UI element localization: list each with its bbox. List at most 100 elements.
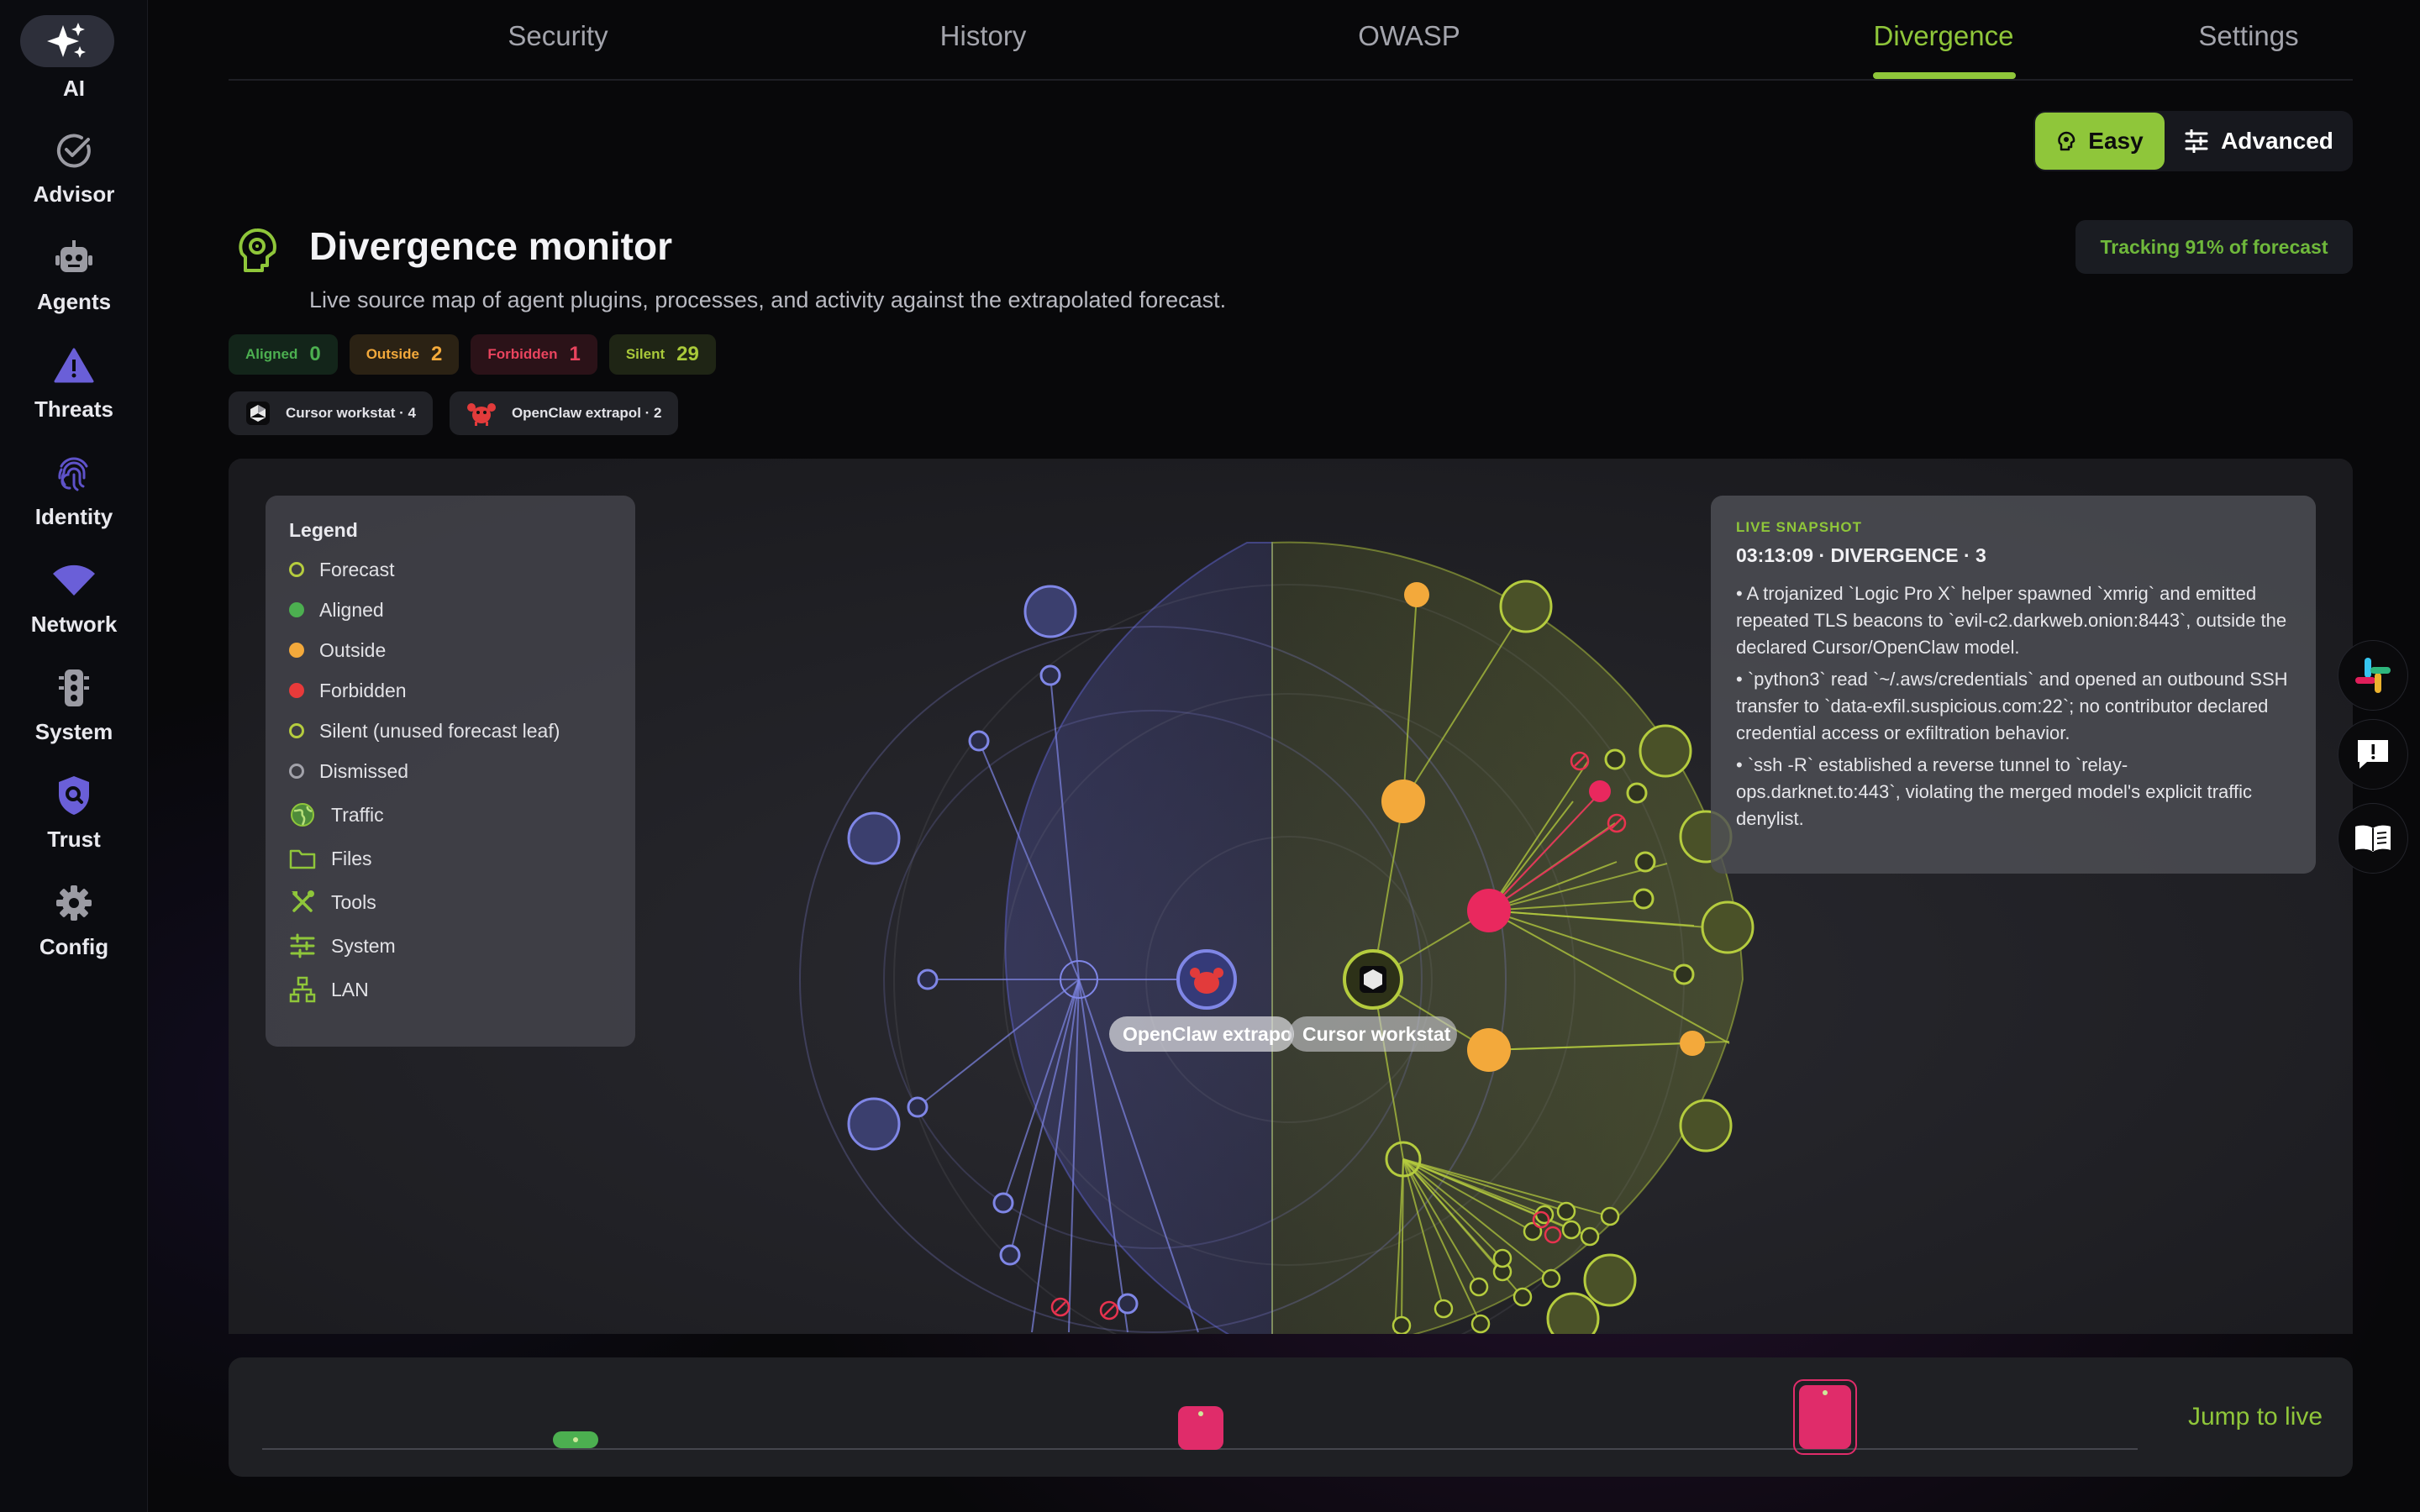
forbidden-count-chip[interactable]: Forbidden 1 [471, 334, 597, 375]
legend-label: LAN [331, 978, 369, 1000]
sliders-icon [290, 933, 315, 958]
snapshot-item: • A trojanized `Logic Pro X` helper spaw… [1736, 583, 2287, 658]
network-tree-icon [289, 976, 316, 1003]
folder-icon [1499, 580, 1553, 633]
sidebar-item-label: Threats [34, 396, 113, 422]
sliders-icon [847, 811, 901, 865]
aligned-swatch [289, 602, 304, 617]
sidebar-item-advisor[interactable]: Advisor [0, 118, 148, 218]
legend-item-dismissed: Dismissed [289, 756, 408, 786]
sparkles-icon [20, 15, 114, 67]
sidebar-item-label: System [34, 719, 113, 744]
agent-chip-label: OpenClaw extrapol · 2 [511, 405, 662, 421]
silent-leaf-node [968, 730, 990, 752]
legend-label: Tools [331, 890, 376, 913]
advanced-mode-label: Advanced [2221, 128, 2333, 154]
gear-icon [37, 877, 111, 929]
chip-label: Silent [625, 346, 666, 362]
shield-icon [37, 769, 111, 822]
folder-icon [1546, 1292, 1600, 1334]
legend-item-aligned: Aligned [289, 595, 384, 625]
silent-leaf-node [1534, 1205, 1555, 1225]
sidebar-item-label: Identity [34, 504, 113, 529]
agent-filter-chips: Cursor workstat · 4 OpenClaw extrapol · … [229, 391, 679, 435]
silent-leaf-node [1604, 748, 1626, 770]
silent-leaf-node [1523, 1221, 1543, 1242]
agent-chip-openclaw[interactable]: OpenClaw extrapol · 2 [449, 391, 679, 435]
feedback-button[interactable] [2338, 719, 2408, 790]
sidebar-item-config[interactable]: Config [0, 870, 148, 971]
outside-swatch [289, 643, 304, 658]
chip-count: 29 [676, 343, 699, 365]
page-subtitle: Live source map of agent plugins, proces… [309, 287, 1227, 312]
sidebar-item-identity[interactable]: Identity [0, 440, 148, 541]
silent-leaf-node [907, 1096, 929, 1118]
openclaw-claw [1213, 968, 1223, 978]
timeline-event-current[interactable] [1793, 1379, 1857, 1455]
tab-divergence[interactable]: Divergence [1834, 20, 2053, 52]
timeline-event-forbidden[interactable] [1178, 1406, 1223, 1450]
timeline-event-current-fill [1799, 1385, 1851, 1449]
legend-item-files: Files [289, 843, 372, 874]
tab-history[interactable]: History [874, 20, 1092, 52]
silent-leaf-node [1673, 963, 1695, 985]
legend-label: Forbidden [319, 679, 407, 701]
warning-triangle-icon [37, 339, 111, 391]
silent-leaf-node [1580, 1226, 1600, 1247]
legend-item-forbidden: Forbidden [289, 675, 407, 706]
legend-label: Outside [319, 638, 387, 661]
snapshot-tag: LIVE SNAPSHOT [1736, 519, 1862, 535]
active-tab-indicator [1873, 72, 2016, 79]
slack-button[interactable] [2338, 640, 2408, 711]
openclaw-logo-icon [466, 403, 496, 426]
forbidden-leaf-node [1589, 780, 1611, 802]
agent-chip-label: Cursor workstat · 4 [286, 405, 416, 421]
silent-swatch [289, 723, 304, 738]
sidebar-item-network[interactable]: Network [0, 548, 148, 648]
divergence-map-panel: Legend Forecast Aligned Outside Forbidde… [229, 459, 2353, 1334]
sidebar-item-trust[interactable]: Trust [0, 763, 148, 864]
legend-item-silent: Silent (unused forecast leaf) [289, 716, 560, 746]
legend-title: Legend [289, 519, 358, 541]
sidebar-item-agents[interactable]: Agents [0, 225, 148, 326]
sidebar-item-threats[interactable]: Threats [0, 333, 148, 433]
aligned-count-chip[interactable]: Aligned 0 [229, 334, 338, 375]
live-snapshot-card: LIVE SNAPSHOT 03:13:09 · DIVERGENCE · 3 … [1711, 496, 2316, 874]
cursor-node-label[interactable]: Cursor workstat [1289, 1016, 1457, 1052]
silent-leaf-node [992, 1192, 1014, 1214]
tab-settings[interactable]: Settings [2139, 20, 2358, 52]
tools-icon [1701, 900, 1754, 954]
silent-count-chip[interactable]: Silent 29 [608, 334, 716, 375]
chip-count: 2 [431, 343, 443, 365]
sidebar-item-label: Trust [47, 827, 101, 852]
easy-mode-button[interactable]: Easy [2035, 113, 2165, 170]
sidebar-item-system[interactable]: System [0, 655, 148, 756]
openclaw-node-label[interactable]: OpenClaw extrapol [1109, 1016, 1294, 1052]
outside-leaf-node [1680, 1031, 1705, 1056]
robot-icon [37, 232, 111, 284]
silent-leaf-node [1561, 1220, 1581, 1240]
chip-label: Outside [366, 346, 419, 362]
agent-chip-cursor[interactable]: Cursor workstat · 4 [229, 391, 433, 435]
snapshot-item: • `ssh -R` established a reverse tunnel … [1736, 754, 2253, 829]
legend-item-traffic: Traffic [289, 800, 384, 830]
easy-mode-label: Easy [2088, 128, 2144, 154]
sidebar-item-ai[interactable]: AI [0, 5, 148, 106]
brain-gear-icon [239, 228, 276, 272]
sidebar-item-label: Network [30, 612, 118, 637]
timeline[interactable]: Jump to live [229, 1357, 2353, 1477]
status-count-chips: Aligned 0 Outside 2 Forbidden 1 Silent 29 [229, 334, 716, 375]
mode-toggle: Easy Advanced [2033, 111, 2353, 171]
advanced-mode-button[interactable]: Advanced [2168, 113, 2349, 170]
timeline-event-dot [1823, 1390, 1828, 1395]
timeline-event-aligned[interactable] [553, 1431, 598, 1448]
jump-to-live-button[interactable]: Jump to live [2188, 1403, 2323, 1431]
silent-leaf-node [1117, 1293, 1139, 1315]
silent-leaf-node [1392, 1315, 1412, 1334]
silent-leaf-node [1470, 1314, 1491, 1334]
snapshot-item: • `python3` read `~/.aws/credentials` an… [1736, 669, 2288, 743]
docs-button[interactable] [2338, 803, 2408, 874]
outside-count-chip[interactable]: Outside 2 [349, 334, 460, 375]
tab-security[interactable]: Security [449, 20, 667, 52]
tab-owasp[interactable]: OWASP [1300, 20, 1518, 52]
